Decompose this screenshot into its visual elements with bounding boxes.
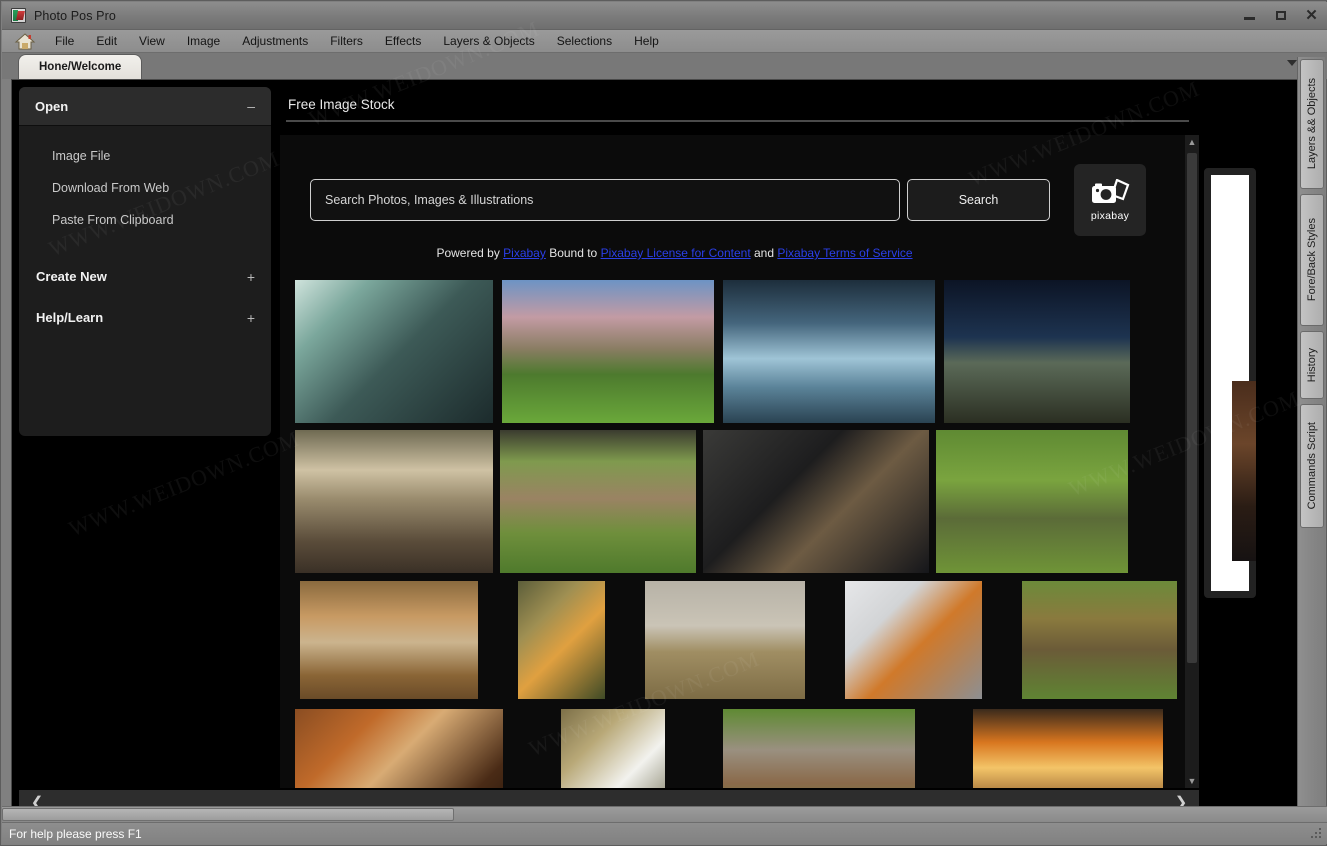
pixabay-logo[interactable]: pixabay: [1074, 164, 1146, 236]
scrollbar-thumb[interactable]: [1187, 153, 1197, 663]
thumbnail-2-0[interactable]: [300, 581, 478, 699]
thumbnail-3-2[interactable]: [723, 709, 915, 788]
pixabay-license-link[interactable]: Pixabay License for Content: [601, 246, 751, 260]
close-button[interactable]: ✕: [1296, 2, 1327, 29]
open-panel-header[interactable]: Open –: [19, 87, 271, 126]
menu-item-adjustments[interactable]: Adjustments: [231, 31, 319, 51]
expand-icon[interactable]: +: [247, 270, 255, 284]
tab-history[interactable]: History: [1299, 331, 1324, 399]
chevron-down-icon[interactable]: [1287, 59, 1298, 66]
thumbnail-1-1[interactable]: [500, 430, 696, 573]
thumbnail-2-1[interactable]: [518, 581, 605, 699]
preview-panel[interactable]: [1204, 168, 1256, 598]
title-divider: [286, 120, 1189, 122]
stock-browser: Search Photos, Images & Illustrations Se…: [280, 135, 1199, 788]
open-panel-title: Open: [35, 98, 69, 114]
status-message: For help please press F1: [9, 826, 142, 841]
thumbnail-2-4[interactable]: [1022, 581, 1177, 699]
thumbnail-row: [280, 581, 1177, 699]
thumbnail-3-1[interactable]: [561, 709, 665, 788]
help-learn-label: Help/Learn: [36, 310, 104, 325]
credit-prefix: Powered by: [436, 246, 504, 260]
pixabay-wordmark: pixabay: [1090, 209, 1130, 222]
grid-scrollbar[interactable]: ▲ ▼: [1185, 135, 1199, 788]
tab-fore-back-styles[interactable]: Fore/Back Styles: [1299, 194, 1324, 326]
page-title: Free Image Stock: [288, 97, 395, 112]
expand-icon[interactable]: +: [247, 311, 255, 325]
window-controls: ✕: [1234, 2, 1327, 29]
thumbnail-1-2[interactable]: [703, 430, 929, 573]
open-panel: Open – Image File Download From Web Past…: [19, 87, 271, 436]
pixabay-link[interactable]: Pixabay: [503, 246, 546, 260]
menu-item-edit[interactable]: Edit: [85, 31, 128, 51]
menu-item-help[interactable]: Help: [623, 31, 670, 51]
thumbnail-1-3[interactable]: [936, 430, 1128, 573]
thumbnail-grid: [280, 280, 1177, 788]
sidebar-section-help-learn[interactable]: Help/Learn +: [19, 297, 271, 338]
application-window: Photo Pos Pro ✕ File Edit View Image Adj…: [0, 0, 1327, 846]
pixabay-terms-link[interactable]: Pixabay Terms of Service: [777, 246, 912, 260]
sidebar-item-paste-from-clipboard[interactable]: Paste From Clipboard: [19, 204, 271, 236]
status-bar: For help please press F1: [2, 822, 1327, 844]
window-title: Photo Pos Pro: [34, 8, 116, 23]
credit-conjunction: and: [750, 246, 778, 260]
photo-pos-pro-icon: [11, 8, 26, 23]
thumbnail-0-3[interactable]: [944, 280, 1130, 423]
chevron-up-icon[interactable]: ▲: [1185, 135, 1199, 149]
credit-line: Powered by Pixabay Bound to Pixabay Lice…: [280, 246, 1199, 260]
thumbnail-0-0[interactable]: [295, 280, 493, 423]
menu-item-effects[interactable]: Effects: [374, 31, 432, 51]
menu-bar: File Edit View Image Adjustments Filters…: [2, 30, 1327, 53]
sidebar-section-create-new[interactable]: Create New +: [19, 256, 271, 297]
thumbnail-2-3[interactable]: [845, 581, 982, 699]
tab-layers-objects[interactable]: Layers && Objects: [1299, 59, 1324, 189]
thumbnail-0-2[interactable]: [723, 280, 935, 423]
right-tab-rail: Layers && Objects Fore/Back Styles Histo…: [1297, 57, 1325, 817]
thumbnail-3-0[interactable]: [295, 709, 503, 788]
menu-item-layers-objects[interactable]: Layers & Objects: [432, 31, 545, 51]
thumbnail-row: [280, 280, 1177, 423]
thumbnail-3-3[interactable]: [973, 709, 1163, 788]
tab-label: Fore/Back Styles: [1305, 218, 1318, 302]
preview-image-strip: [1232, 381, 1256, 561]
window-horizontal-scrollbar[interactable]: [2, 806, 1327, 822]
chevron-down-icon[interactable]: ▼: [1185, 774, 1199, 788]
search-input[interactable]: Search Photos, Images & Illustrations: [310, 179, 900, 221]
tab-label: History: [1305, 347, 1318, 383]
thumbnail-2-2[interactable]: [645, 581, 805, 699]
title-bar: Photo Pos Pro ✕: [2, 2, 1327, 30]
tab-home-welcome[interactable]: Hone/Welcome: [19, 55, 142, 79]
menu-item-image[interactable]: Image: [176, 31, 231, 51]
sidebar-item-download-from-web[interactable]: Download From Web: [19, 172, 271, 204]
thumbnail-0-1[interactable]: [502, 280, 714, 423]
tab-label: Layers && Objects: [1305, 78, 1318, 170]
tab-commands-script[interactable]: Commands Script: [1299, 404, 1324, 528]
thumbnail-row: [280, 709, 1177, 788]
free-image-stock-panel: Free Image Stock Search Photos, Images &…: [280, 87, 1219, 788]
open-panel-body: Image File Download From Web Paste From …: [19, 126, 271, 338]
right-dock: [1199, 80, 1297, 816]
camera-icon: [1092, 178, 1130, 203]
credit-middle: Bound to: [545, 246, 601, 260]
document-tab-strip: Hone/Welcome ✕: [2, 53, 1327, 79]
menu-item-filters[interactable]: Filters: [319, 31, 374, 51]
thumbnail-row: [280, 430, 1177, 573]
menu-item-view[interactable]: View: [128, 31, 176, 51]
resize-grip[interactable]: [1310, 827, 1323, 840]
maximize-button[interactable]: [1265, 2, 1296, 29]
thumbnail-1-0[interactable]: [295, 430, 493, 573]
home-icon[interactable]: [14, 32, 36, 51]
collapse-icon[interactable]: –: [247, 99, 255, 113]
search-button[interactable]: Search: [907, 179, 1050, 221]
menu-item-file[interactable]: File: [44, 31, 85, 51]
menu-item-selections[interactable]: Selections: [546, 31, 623, 51]
tab-label: Commands Script: [1305, 422, 1318, 510]
scrollbar-thumb[interactable]: [2, 808, 454, 821]
search-row: Search Photos, Images & Illustrations Se…: [280, 135, 1199, 236]
minimize-button[interactable]: [1234, 2, 1265, 29]
workspace: Open – Image File Download From Web Past…: [11, 79, 1298, 817]
sidebar-item-image-file[interactable]: Image File: [19, 140, 271, 172]
create-new-label: Create New: [36, 269, 107, 284]
